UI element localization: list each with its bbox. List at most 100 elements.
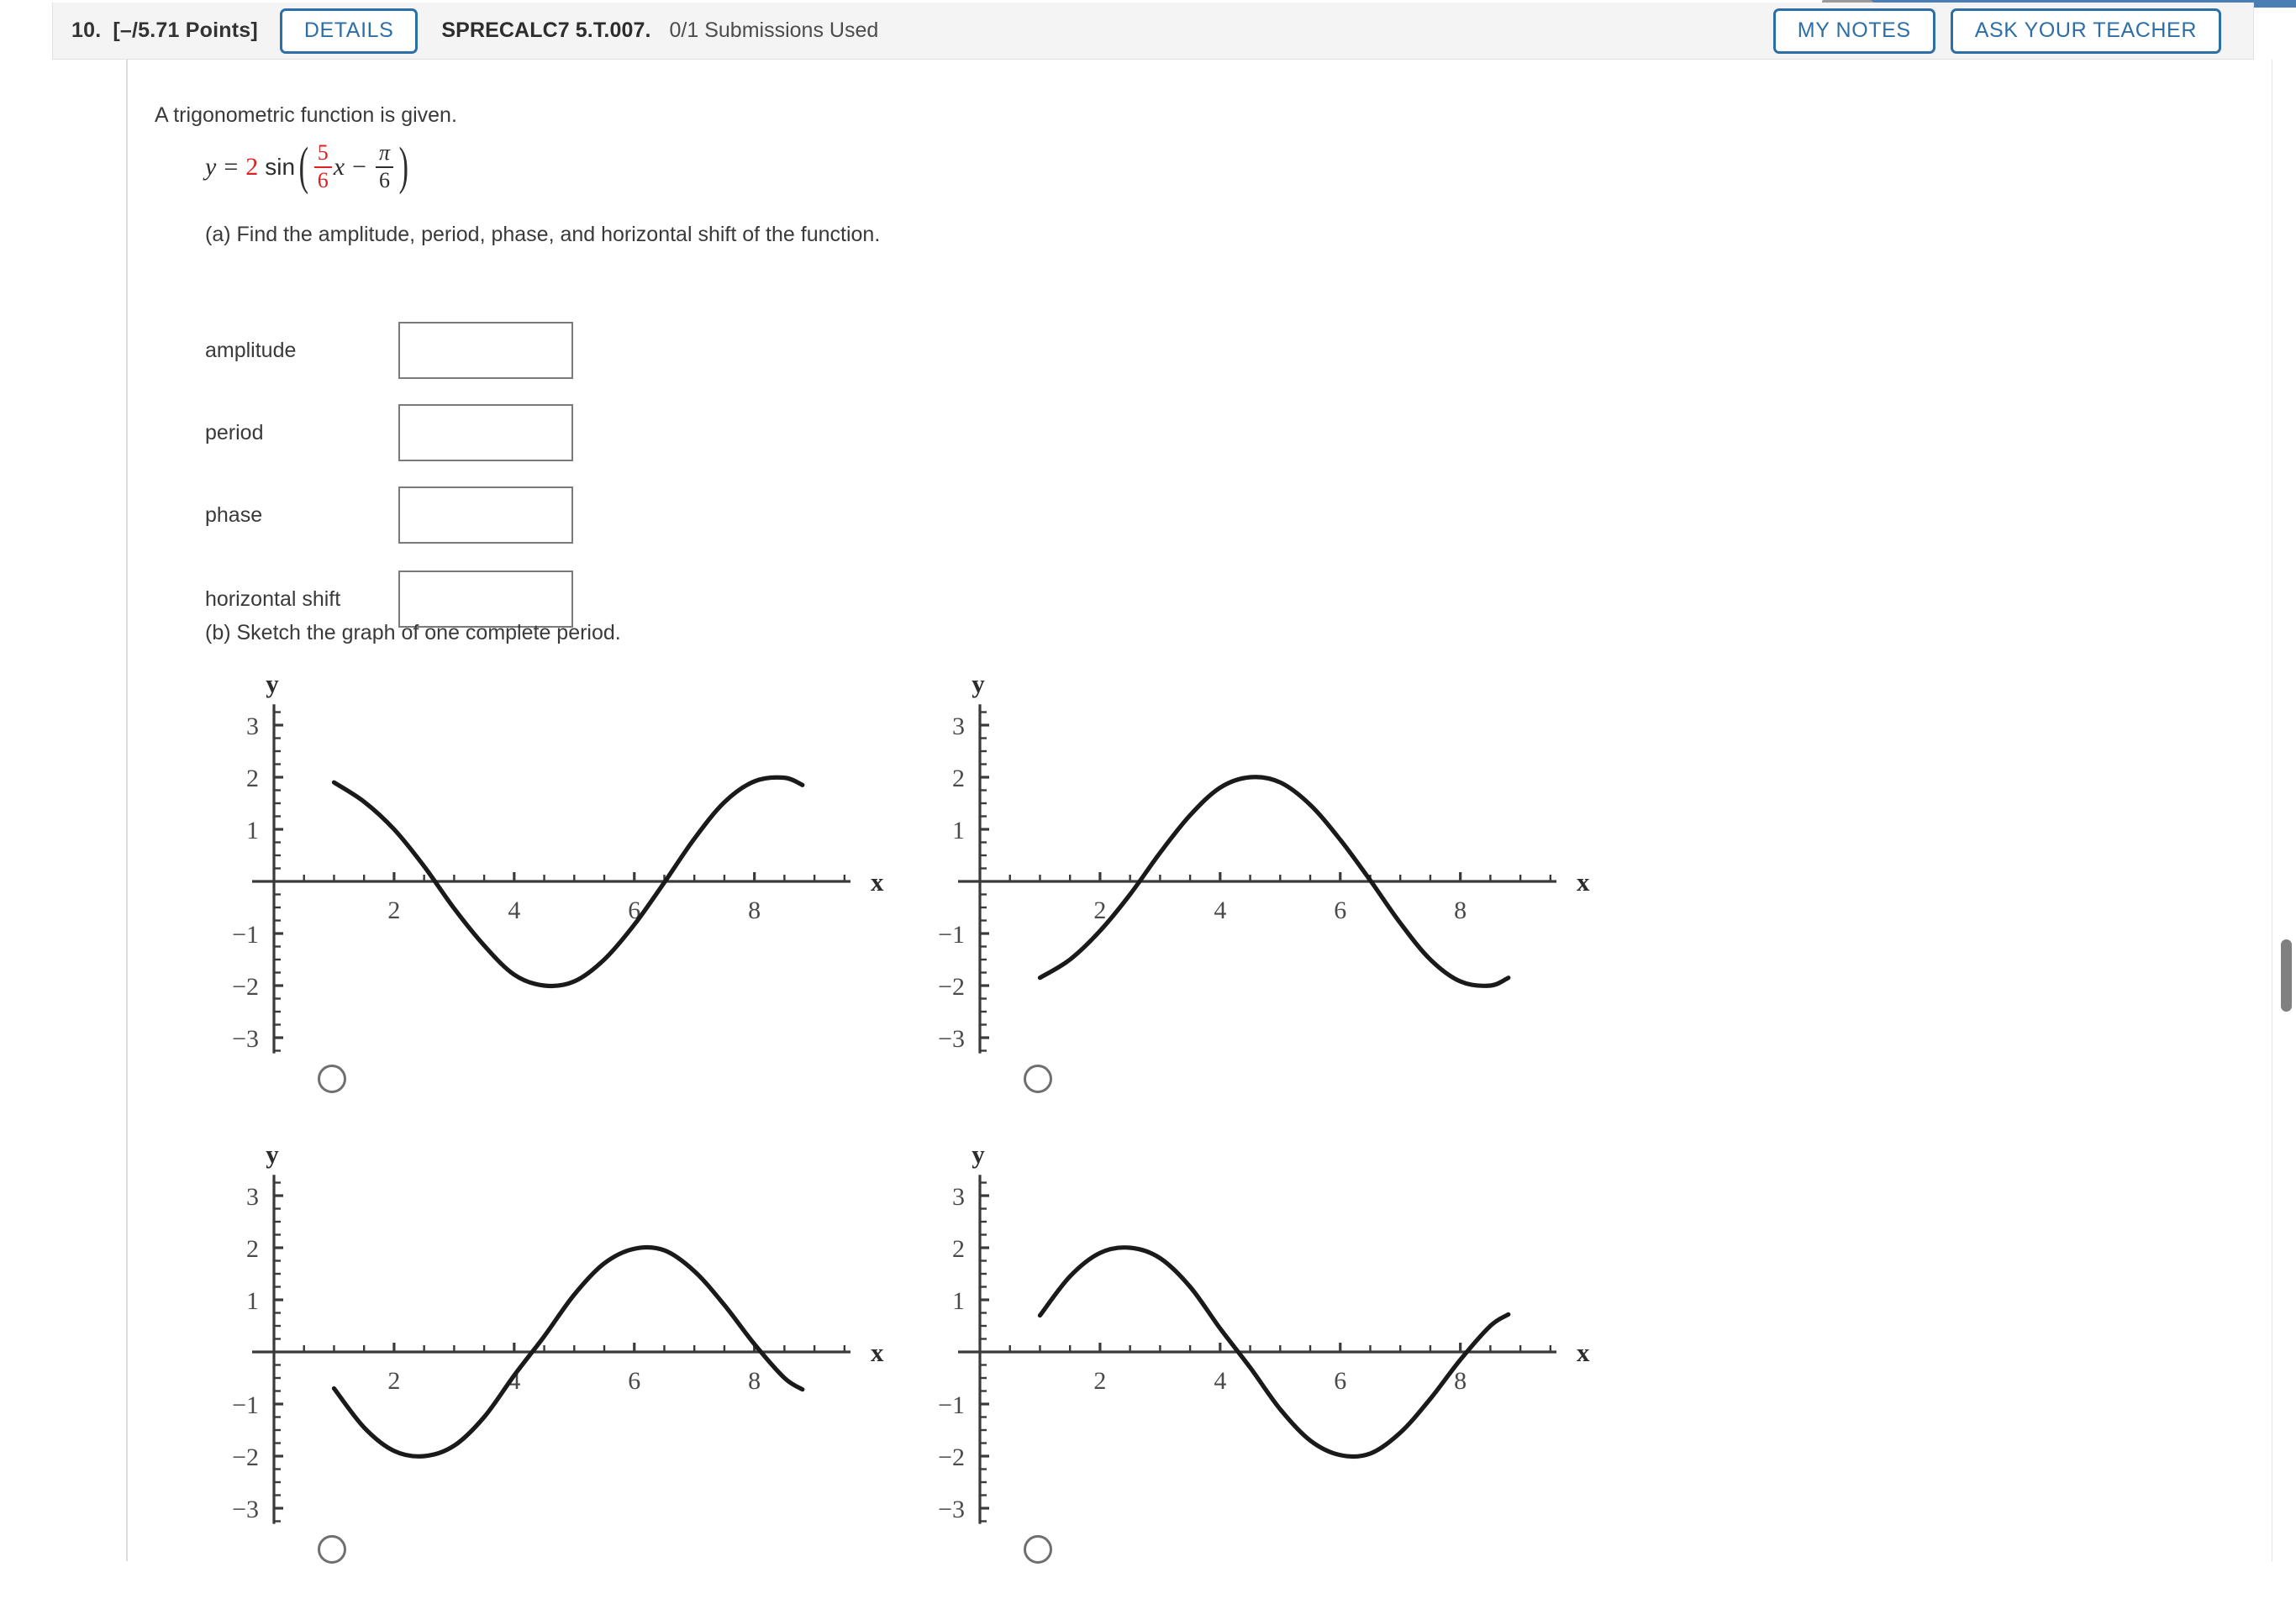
- svg-text:4: 4: [1214, 1367, 1226, 1395]
- graph-b-radio[interactable]: [1024, 1065, 1052, 1093]
- svg-text:−1: −1: [938, 921, 965, 949]
- svg-text:−3: −3: [938, 1025, 965, 1053]
- graph-option-a[interactable]: 2 4 6 8 3 2 1 −1 −2 −3 x y: [220, 663, 926, 1133]
- svg-text:−2: −2: [938, 973, 965, 1001]
- part-a-prompt: (a) Find the amplitude, period, phase, a…: [205, 223, 881, 246]
- svg-text:y: y: [972, 669, 985, 698]
- question-points: [–/5.71 Points]: [113, 18, 258, 42]
- phase-input[interactable]: [398, 486, 573, 544]
- question-header-left: 10. [–/5.71 Points] DETAILS SPRECALC7 5.…: [53, 8, 878, 54]
- answer-row-period: period: [205, 404, 573, 461]
- svg-text:y: y: [972, 1139, 985, 1169]
- svg-text:x: x: [871, 1338, 884, 1367]
- period-input[interactable]: [398, 404, 573, 461]
- svg-text:−3: −3: [232, 1496, 259, 1523]
- svg-text:−1: −1: [938, 1391, 965, 1419]
- svg-text:1: 1: [246, 1287, 259, 1315]
- svg-text:y: y: [266, 669, 279, 698]
- svg-text:3: 3: [246, 1183, 259, 1211]
- intro-text: A trigonometric function is given.: [155, 103, 457, 127]
- svg-text:4: 4: [508, 897, 520, 924]
- svg-text:−2: −2: [232, 973, 259, 1001]
- ask-your-teacher-button[interactable]: ASK YOUR TEACHER: [1950, 8, 2221, 54]
- graph-c-plot: 2 4 6 8321−1−2−3xy: [232, 1139, 884, 1524]
- graph-option-b[interactable]: 2 4 6 8 3 2 1 −1 −2 −3 x y: [926, 663, 1632, 1133]
- equation-minus: −: [352, 152, 366, 181]
- amplitude-label: amplitude: [205, 338, 297, 362]
- svg-text:2: 2: [1093, 1367, 1106, 1395]
- svg-text:−2: −2: [938, 1444, 965, 1471]
- question-number: 10.: [71, 18, 102, 42]
- svg-text:8: 8: [1454, 897, 1467, 924]
- svg-text:2: 2: [246, 1235, 259, 1263]
- svg-text:−1: −1: [232, 1391, 259, 1419]
- graph-a-plot: 2 4 6 8321−1−2−3xy: [232, 669, 884, 1054]
- svg-text:1: 1: [246, 817, 259, 844]
- submissions-used: 0/1 Submissions Used: [669, 18, 879, 42]
- svg-text:2: 2: [387, 897, 400, 924]
- svg-text:4: 4: [1214, 897, 1226, 924]
- answer-row-phase: phase: [205, 486, 573, 544]
- graph-c-radio[interactable]: [318, 1535, 346, 1564]
- coefficient-denominator: 6: [317, 167, 329, 192]
- svg-text:y: y: [266, 1139, 279, 1169]
- equation-close-paren: ): [398, 138, 408, 196]
- svg-text:3: 3: [246, 713, 259, 740]
- part-b-prompt: (b) Sketch the graph of one complete per…: [205, 621, 621, 644]
- svg-text:2: 2: [387, 1367, 400, 1395]
- graph-a-radio[interactable]: [318, 1065, 346, 1093]
- svg-text:x: x: [1577, 867, 1590, 897]
- equation-lhs: y: [205, 152, 217, 181]
- amplitude-input[interactable]: [398, 322, 573, 379]
- graph-option-c[interactable]: 2 4 6 8 3 2 1 −1 −2 −3 x y: [220, 1133, 926, 1604]
- graph-option-d[interactable]: 2 4 6 8 3 2 1 −1 −2 −3 x y: [926, 1133, 1632, 1604]
- assignment-code: SPRECALC7 5.T.007.: [441, 18, 651, 42]
- svg-text:−2: −2: [232, 1444, 259, 1471]
- equation-open-paren: (: [298, 138, 309, 196]
- svg-text:2: 2: [246, 765, 259, 792]
- svg-text:2: 2: [1093, 897, 1106, 924]
- graph-b-plot: 2 4 6 8 3 2 1 −1 −2 −3 x y: [938, 669, 1590, 1054]
- svg-text:2: 2: [952, 1235, 965, 1263]
- graph-d-radio[interactable]: [1024, 1535, 1052, 1564]
- equation-phase-fraction: π 6: [375, 140, 393, 192]
- question-header-bar: 10. [–/5.71 Points] DETAILS SPRECALC7 5.…: [52, 3, 2254, 60]
- coefficient-numerator: 5: [317, 140, 329, 165]
- svg-text:6: 6: [628, 1367, 640, 1395]
- svg-text:8: 8: [1454, 1367, 1467, 1395]
- horizontal-shift-input[interactable]: [398, 571, 573, 628]
- answer-row-horizontal-shift: horizontal shift: [205, 571, 573, 628]
- svg-text:6: 6: [1334, 897, 1346, 924]
- equation-equals: =: [224, 152, 239, 181]
- svg-text:1: 1: [952, 1287, 965, 1315]
- equation-coefficient-fraction: 5 6: [313, 140, 332, 192]
- function-equation: y = 2 sin ( 5 6 x − π 6 ): [205, 138, 413, 196]
- svg-text:−3: −3: [232, 1025, 259, 1053]
- svg-text:−3: −3: [938, 1496, 965, 1523]
- svg-text:6: 6: [1334, 1367, 1346, 1395]
- svg-text:x: x: [1577, 1338, 1590, 1367]
- question-content-area: A trigonometric function is given. y = 2…: [126, 60, 2254, 1564]
- page-scrollbar-track[interactable]: [2272, 60, 2296, 1561]
- phase-denominator: 6: [378, 167, 390, 192]
- svg-text:1: 1: [952, 817, 965, 844]
- equation-variable: x: [333, 152, 345, 181]
- equation-amplitude: 2: [245, 152, 259, 181]
- svg-text:8: 8: [748, 897, 761, 924]
- graph-d-plot: 2 4 6 8 3 2 1 −1 −2 −3 x y: [938, 1139, 1590, 1524]
- my-notes-button[interactable]: MY NOTES: [1772, 8, 1935, 54]
- svg-text:x: x: [871, 867, 884, 897]
- svg-text:8: 8: [748, 1367, 761, 1395]
- svg-text:3: 3: [952, 1183, 965, 1211]
- question-header-right: MY NOTES ASK YOUR TEACHER: [1772, 8, 2253, 54]
- svg-text:2: 2: [952, 765, 965, 792]
- equation-sin: sin: [265, 153, 296, 180]
- period-label: period: [205, 420, 264, 444]
- details-button[interactable]: DETAILS: [279, 8, 419, 54]
- horizontal-shift-label: horizontal shift: [205, 586, 341, 611]
- page-scrollbar-thumb[interactable]: [2281, 939, 2292, 1012]
- svg-text:3: 3: [952, 713, 965, 740]
- svg-text:−1: −1: [232, 921, 259, 949]
- phase-numerator: π: [378, 140, 390, 165]
- answer-row-amplitude: amplitude: [205, 322, 573, 379]
